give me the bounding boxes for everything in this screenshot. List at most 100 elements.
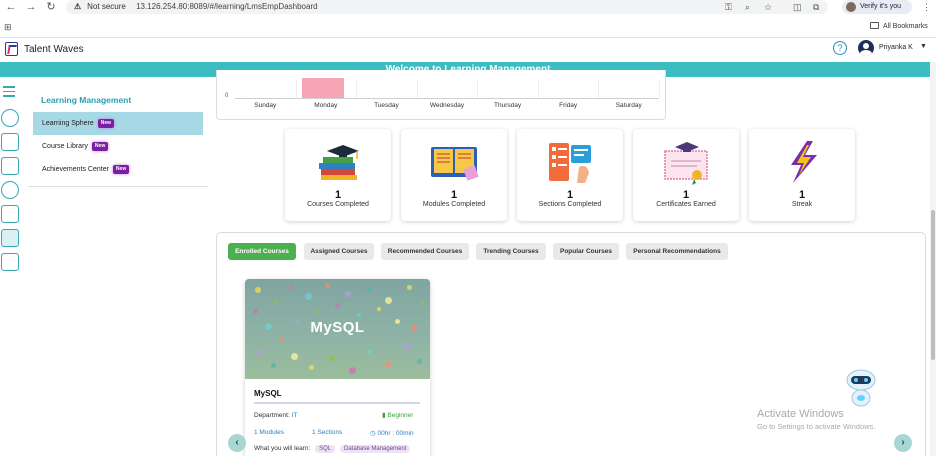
bokeh-dot	[257, 349, 263, 355]
tab-enrolled-courses[interactable]: Enrolled Courses	[228, 243, 296, 260]
bokeh-dot	[315, 309, 319, 313]
profile-avatar	[846, 2, 856, 12]
stat-streak: 1 Streak	[749, 129, 855, 221]
sidebar-item-achievements-center[interactable]: Achievements Center New	[33, 158, 203, 181]
bokeh-dot	[377, 307, 381, 311]
help-icon[interactable]: ?	[833, 41, 847, 55]
hamburger-menu-icon[interactable]	[1, 83, 19, 101]
stat-value: 1	[798, 189, 806, 201]
carousel-next-button[interactable]: ›	[894, 434, 912, 452]
x-tick-label: Thursday	[494, 102, 522, 109]
stat-modules-completed: 1 Modules Completed	[401, 129, 507, 221]
learning-icon[interactable]	[1, 229, 19, 247]
sidebar-item-learning-sphere[interactable]: Learning Sphere New	[33, 112, 203, 135]
tab-assigned-courses[interactable]: Assigned Courses	[304, 243, 374, 260]
sidebar-item-label: Learning Sphere	[42, 120, 94, 127]
new-badge: New	[112, 165, 130, 174]
login-icon[interactable]	[1, 157, 19, 175]
chart-gridline	[598, 80, 600, 98]
course-title: MySQL	[254, 389, 282, 398]
chart-gridline	[356, 80, 358, 98]
address-bar[interactable]: ⚠ Not secure 13.126.254.80:8089/#/learnin…	[66, 0, 828, 14]
clock-icon: ◷	[370, 430, 376, 437]
x-tick-label: Sunday	[254, 102, 277, 109]
bokeh-dot	[367, 287, 372, 292]
url-text: 13.126.254.80:8089/#/learning/LmsEmpDash…	[136, 2, 318, 11]
bokeh-dot	[367, 349, 372, 354]
zoom-icon[interactable]: ⌕	[745, 1, 750, 13]
key-icon[interactable]: ⚿	[725, 1, 732, 13]
team-icon[interactable]	[1, 181, 19, 199]
stat-label: Streak	[791, 201, 813, 208]
profile-label: Verify it's you	[860, 3, 902, 10]
bokeh-dot	[279, 337, 284, 342]
calendar-check-icon[interactable]	[1, 133, 19, 151]
bokeh-dot	[385, 361, 391, 367]
tab-popular-courses[interactable]: Popular Courses	[553, 243, 619, 260]
forward-icon[interactable]: →	[24, 1, 38, 13]
logo-icon[interactable]	[5, 42, 18, 56]
scrollbar-thumb[interactable]	[931, 210, 935, 360]
lightning-icon	[791, 141, 817, 183]
user-avatar[interactable]	[858, 40, 874, 56]
tab-recommended-courses[interactable]: Recommended Courses	[381, 243, 469, 260]
bokeh-dot	[289, 285, 293, 289]
course-image-title: MySQL	[310, 319, 365, 336]
all-bookmarks[interactable]: All Bookmarks	[870, 22, 928, 30]
reload-icon[interactable]: ↻	[44, 1, 58, 13]
page-scrollbar[interactable]	[930, 62, 936, 456]
duration-value: 00hr : 00min	[377, 430, 414, 437]
course-department: Department: IT	[254, 412, 297, 419]
weekly-activity-chart: 0 Sunday Monday Tuesday Wednesday Thursday Fr…	[216, 70, 666, 120]
stat-sections-completed: 1 Sections Completed	[517, 129, 623, 221]
chatbot-robot-icon[interactable]	[842, 368, 880, 408]
sidebar-item-label: Course Library	[42, 143, 88, 150]
profile-chip[interactable]: Verify it's you	[842, 0, 912, 14]
course-modules: 1 Modules	[254, 429, 284, 436]
tab-personal-recommendations[interactable]: Personal Recommendations	[626, 243, 728, 260]
tab-trending-courses[interactable]: Trending Courses	[476, 243, 546, 260]
logout-icon[interactable]	[1, 253, 19, 271]
course-card[interactable]: MySQL MySQL Department: IT ▮ Beginner 1 …	[245, 279, 430, 456]
camera-icon[interactable]: ◫	[793, 1, 802, 13]
stat-value: 1	[334, 189, 342, 201]
bokeh-dot	[421, 301, 425, 305]
stat-label: Modules Completed	[422, 201, 486, 208]
stat-value: 1	[450, 189, 458, 201]
bokeh-dot	[325, 283, 330, 288]
users-icon[interactable]	[1, 109, 19, 127]
open-book-icon	[431, 147, 479, 181]
warning-icon: ⚠	[74, 2, 82, 11]
star-icon[interactable]: ☆	[764, 1, 772, 13]
sidebar-item-label: Achievements Center	[42, 166, 109, 173]
bokeh-dot	[271, 363, 276, 368]
learn-label: What you will learn:	[254, 445, 311, 452]
x-tick-label: Tuesday	[374, 102, 399, 109]
calendar-icon[interactable]	[1, 205, 19, 223]
bookmarks-label: All Bookmarks	[883, 23, 928, 30]
chevron-down-icon[interactable]: ▼	[920, 43, 927, 50]
sidebar-title: Learning Management	[41, 95, 132, 105]
apps-grid-icon[interactable]: ⊞	[4, 22, 12, 33]
bokeh-dot	[253, 309, 258, 314]
bokeh-dot	[407, 285, 412, 290]
bokeh-dot	[273, 299, 278, 304]
icon-rail	[0, 77, 22, 456]
back-icon[interactable]: ←	[4, 1, 18, 13]
sidebar-item-course-library[interactable]: Course Library New	[33, 135, 203, 158]
course-thumbnail: MySQL	[245, 279, 430, 379]
folder-icon	[870, 22, 879, 29]
user-name[interactable]: Priyanka K	[879, 44, 913, 51]
carousel-prev-button[interactable]: ‹	[228, 434, 246, 452]
bokeh-dot	[335, 303, 340, 308]
chart-bar-monday	[301, 78, 345, 98]
activate-windows-watermark: Activate Windows Go to Settings to activ…	[757, 408, 875, 431]
watermark-subtitle: Go to Settings to activate Windows.	[757, 422, 876, 431]
topic-chip: SQL	[315, 445, 336, 453]
kebab-menu-icon[interactable]: ⋮	[922, 1, 931, 13]
bokeh-dot	[255, 287, 261, 293]
level-value: Beginner	[387, 412, 414, 419]
bokeh-dot	[403, 343, 410, 350]
bokeh-dot	[291, 353, 298, 360]
extensions-icon[interactable]: ⧉	[813, 1, 819, 13]
